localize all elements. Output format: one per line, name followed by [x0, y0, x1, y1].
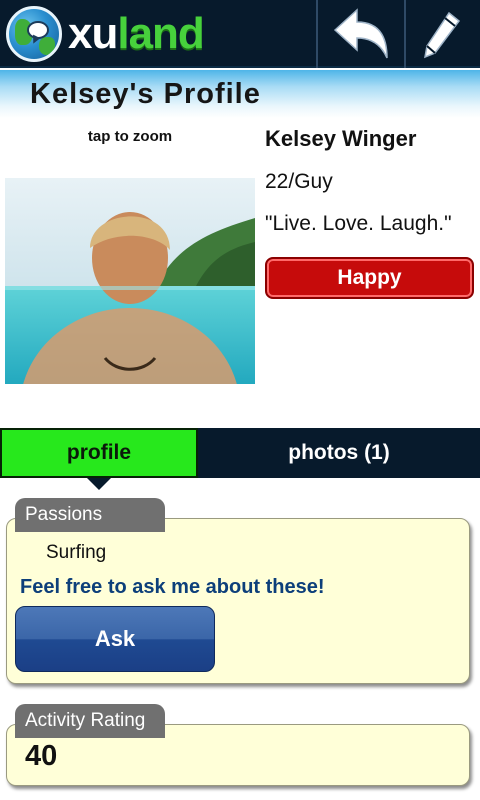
- back-button[interactable]: [318, 0, 404, 68]
- passions-label: Passions: [15, 498, 165, 532]
- activity-rating-label: Activity Rating: [15, 704, 165, 738]
- xuland-logo: xuland: [6, 5, 205, 63]
- profile-tabs: profile photos (1): [0, 428, 480, 478]
- profile-photo[interactable]: [5, 178, 255, 384]
- zoom-hint: tap to zoom: [87, 128, 173, 145]
- mood-badge: Happy: [265, 257, 474, 299]
- passion-item: Surfing: [46, 542, 107, 563]
- globe-logo-icon: [6, 6, 62, 62]
- page-title: Kelsey's Profile: [30, 78, 261, 110]
- ask-button[interactable]: Ask: [15, 606, 215, 672]
- profile-age-gender: 22/Guy: [265, 170, 333, 193]
- activity-rating-value: 40: [25, 740, 58, 772]
- tab-photos[interactable]: photos (1): [198, 428, 480, 478]
- tab-profile[interactable]: profile: [0, 428, 198, 478]
- logo-wordmark: xuland: [68, 9, 205, 58]
- ask-prompt: Feel free to ask me about these!: [20, 576, 325, 598]
- edit-button[interactable]: [406, 0, 480, 68]
- app-bar: xuland: [0, 0, 480, 68]
- back-arrow-icon: [333, 8, 388, 59]
- profile-name: Kelsey Winger: [265, 126, 417, 151]
- page-header: Kelsey's Profile: [0, 70, 480, 118]
- profile-photo-image: [5, 178, 255, 384]
- profile-quote: "Live. Love. Laugh.": [265, 212, 452, 235]
- pencil-icon: [424, 11, 461, 59]
- active-tab-pointer: [87, 478, 111, 490]
